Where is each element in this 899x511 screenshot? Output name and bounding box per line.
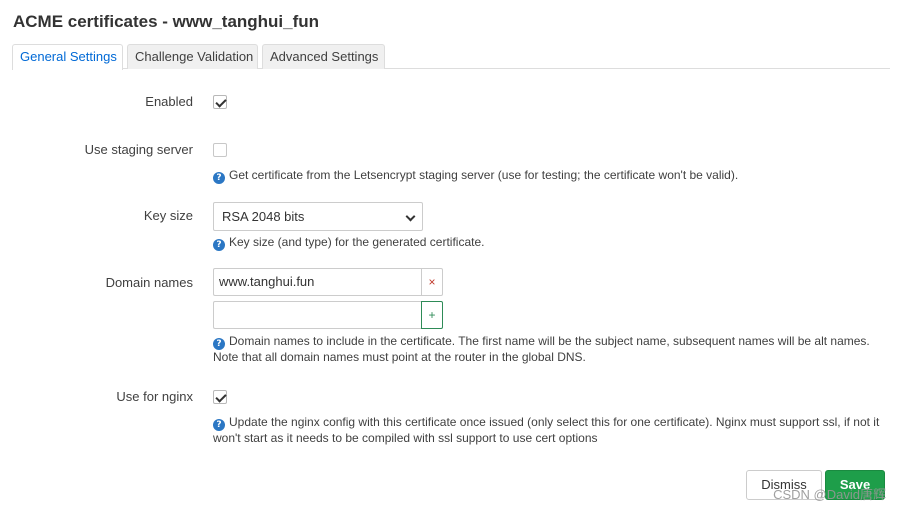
nginx-help-text: Update the nginx config with this certif… <box>213 415 880 445</box>
tab-challenge-validation[interactable]: Challenge Validation <box>127 44 258 69</box>
enabled-label: Enabled <box>145 94 193 109</box>
keysize-select[interactable]: RSA 2048 bits <box>213 202 423 231</box>
chevron-down-icon <box>405 211 416 222</box>
enabled-checkbox[interactable] <box>213 95 227 109</box>
help-icon: ? <box>213 239 225 251</box>
keysize-help: ? Key size (and type) for the generated c… <box>213 235 885 251</box>
domains-help: ? Domain names to include in the certific… <box>213 334 885 365</box>
save-button[interactable]: Save <box>825 470 885 500</box>
nginx-help: ? Update the nginx config with this certi… <box>213 415 885 446</box>
keysize-label: Key size <box>143 208 193 223</box>
keysize-help-text: Key size (and type) for the generated ce… <box>229 235 485 249</box>
help-icon: ? <box>213 338 225 350</box>
modal-title: ACME certificates - www_tanghui_fun <box>13 12 320 31</box>
domains-help-text: Domain names to include in the certifica… <box>213 334 870 364</box>
tab-advanced-settings[interactable]: Advanced Settings <box>262 44 385 69</box>
remove-domain-button[interactable]: × <box>421 268 443 296</box>
dismiss-button[interactable]: Dismiss <box>746 470 822 500</box>
tab-general-settings[interactable]: General Settings <box>12 44 123 70</box>
help-icon: ? <box>213 419 225 431</box>
nginx-label: Use for nginx <box>116 389 193 404</box>
add-domain-button[interactable]: + <box>421 301 443 329</box>
domain-input-2[interactable] <box>213 301 421 329</box>
staging-label: Use staging server <box>84 142 193 157</box>
domain-input-1[interactable]: www.tanghui.fun <box>213 268 421 296</box>
tab-bar: General Settings Challenge Validation Ad… <box>12 44 890 70</box>
keysize-selected-value: RSA 2048 bits <box>222 209 305 224</box>
staging-checkbox[interactable] <box>213 143 227 157</box>
nginx-checkbox[interactable] <box>213 390 227 404</box>
domains-label: Domain names <box>105 275 193 290</box>
staging-help-text: Get certificate from the Letsencrypt sta… <box>229 168 739 182</box>
staging-help: ? Get certificate from the Letsencrypt st… <box>213 168 885 184</box>
help-icon: ? <box>213 172 225 184</box>
